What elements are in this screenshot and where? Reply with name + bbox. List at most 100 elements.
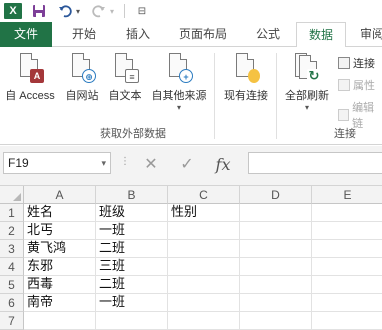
connections-button[interactable]: 连接 (338, 55, 375, 71)
cell-a7[interactable] (24, 312, 96, 330)
tab-review[interactable]: 审阅 (352, 22, 382, 47)
cell-b5[interactable]: 二班 (96, 276, 168, 294)
cell-d7[interactable] (240, 312, 312, 330)
cell-d6[interactable] (240, 294, 312, 312)
quick-access-toolbar: X ▾ ▾ ⊟ (0, 0, 382, 22)
cell-b6[interactable]: 一班 (96, 294, 168, 312)
other-sources-icon: + (165, 51, 193, 83)
select-all-corner[interactable] (0, 186, 24, 204)
from-access-button[interactable]: A 自 Access (0, 51, 60, 103)
cell-b4[interactable]: 三班 (96, 258, 168, 276)
row-header-7[interactable]: 7 (0, 312, 24, 330)
column-header-c[interactable]: C (168, 186, 240, 204)
cell-a2[interactable]: 北丐 (24, 222, 96, 240)
cell-a5[interactable]: 西毒 (24, 276, 96, 294)
chevron-down-icon: ▾ (304, 103, 309, 112)
cell-b1[interactable]: 班级 (96, 204, 168, 222)
row-header-3[interactable]: 3 (0, 240, 24, 258)
undo-icon[interactable] (56, 2, 74, 20)
row-header-1[interactable]: 1 (0, 204, 24, 222)
cell-c6[interactable] (168, 294, 240, 312)
cell-d1[interactable] (240, 204, 312, 222)
row-header-6[interactable]: 6 (0, 294, 24, 312)
tab-page-layout[interactable]: 页面布局 (170, 22, 236, 47)
cell-c1[interactable]: 性别 (168, 204, 240, 222)
cell-e2[interactable] (312, 222, 382, 240)
cell-a6[interactable]: 南帝 (24, 294, 96, 312)
chevron-down-icon[interactable]: ▾ (101, 153, 106, 173)
column-header-a[interactable]: A (24, 186, 96, 204)
cell-a4[interactable]: 东邪 (24, 258, 96, 276)
cell-d3[interactable] (240, 240, 312, 258)
tab-formulas[interactable]: 公式 (246, 22, 290, 47)
cell-c3[interactable] (168, 240, 240, 258)
toolbar-divider (124, 4, 125, 18)
customize-quick-access-icon[interactable]: ⊟ (133, 2, 151, 20)
insert-function-icon[interactable]: fx (212, 154, 234, 176)
row-header-4[interactable]: 4 (0, 258, 24, 276)
excel-app-icon: X (4, 3, 22, 19)
from-other-sources-button[interactable]: + 自其他来源 ▾ (146, 51, 212, 112)
from-web-button[interactable]: ⊕ 自网站 (60, 51, 104, 103)
enter-icon[interactable]: ✓ (176, 154, 198, 176)
existing-connections-button[interactable]: 现有连接 (218, 51, 274, 103)
edit-links-icon (338, 109, 350, 121)
tab-file[interactable]: 文件 (0, 22, 52, 47)
column-header-d[interactable]: D (240, 186, 312, 204)
cell-a1[interactable]: 姓名 (24, 204, 96, 222)
cell-c2[interactable] (168, 222, 240, 240)
row-header-5[interactable]: 5 (0, 276, 24, 294)
tab-insert[interactable]: 插入 (116, 22, 160, 47)
save-icon[interactable] (30, 2, 48, 20)
existing-connections-label: 现有连接 (224, 90, 268, 102)
cell-c5[interactable] (168, 276, 240, 294)
formula-input[interactable] (248, 152, 382, 174)
connections-icon (338, 57, 350, 69)
from-web-label: 自网站 (65, 90, 99, 102)
cell-c7[interactable] (168, 312, 240, 330)
access-icon: A (16, 51, 44, 83)
edit-links-label: 编辑链 (352, 102, 375, 130)
group-divider (214, 53, 215, 139)
from-text-button[interactable]: ≡ 自文本 (104, 51, 146, 103)
chevron-down-icon: ▾ (176, 103, 181, 112)
cell-e1[interactable] (312, 204, 382, 222)
cell-d5[interactable] (240, 276, 312, 294)
properties-button[interactable]: 属性 (338, 77, 375, 93)
cell-e4[interactable] (312, 258, 382, 276)
cell-e7[interactable] (312, 312, 382, 330)
tab-data[interactable]: 数据 (296, 22, 346, 48)
formula-bar: F19 ▾ ⋮ ✕ ✓ fx (0, 146, 382, 186)
cell-e3[interactable] (312, 240, 382, 258)
from-other-sources-label: 自其他来源 (151, 90, 207, 102)
get-external-data-group-label: 获取外部数据 (100, 128, 166, 140)
redo-dropdown-icon[interactable]: ▾ (108, 2, 116, 20)
cell-b2[interactable]: 一班 (96, 222, 168, 240)
refresh-all-label: 全部刷新 (285, 90, 329, 102)
row-header-2[interactable]: 2 (0, 222, 24, 240)
cell-b7[interactable] (96, 312, 168, 330)
cell-d2[interactable] (240, 222, 312, 240)
cell-e5[interactable] (312, 276, 382, 294)
cell-e6[interactable] (312, 294, 382, 312)
from-text-label: 自文本 (108, 90, 142, 102)
tab-home[interactable]: 开始 (62, 22, 106, 47)
cell-b3[interactable]: 二班 (96, 240, 168, 258)
resize-handle-icon[interactable]: ⋮ (120, 156, 131, 167)
refresh-all-button[interactable]: ↻ 全部刷新 ▾ (278, 51, 336, 112)
column-header-b[interactable]: B (96, 186, 168, 204)
web-globe-icon: ⊕ (68, 51, 96, 83)
cell-c4[interactable] (168, 258, 240, 276)
group-divider (276, 53, 277, 139)
properties-icon (338, 79, 350, 91)
undo-dropdown-icon[interactable]: ▾ (74, 2, 82, 20)
cell-d4[interactable] (240, 258, 312, 276)
redo-icon[interactable] (90, 2, 108, 20)
connections-label: 连接 (353, 58, 375, 70)
column-header-e[interactable]: E (312, 186, 382, 204)
cell-a3[interactable]: 黄飞鸿 (24, 240, 96, 258)
properties-label: 属性 (353, 80, 375, 92)
existing-connections-icon (232, 51, 260, 83)
cancel-icon[interactable]: ✕ (140, 154, 162, 176)
name-box[interactable]: F19 ▾ (3, 152, 111, 174)
